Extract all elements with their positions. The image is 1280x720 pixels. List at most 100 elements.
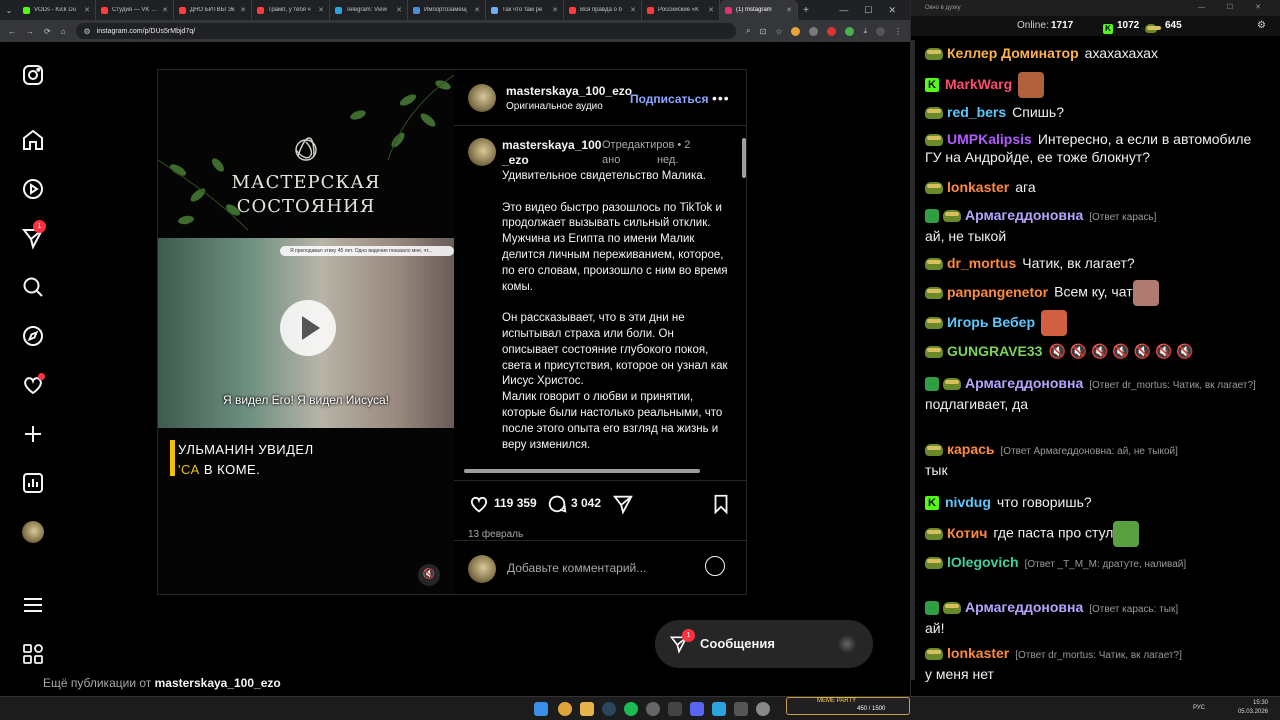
chat-nickname[interactable]: lOlegovich (947, 554, 1019, 570)
more-posts-handle[interactable]: masterskaya_100_ezo (155, 676, 281, 690)
tab-close-icon[interactable]: ✕ (552, 6, 558, 14)
reload-icon[interactable]: ⟳ (44, 27, 51, 36)
app-icon[interactable] (668, 702, 682, 716)
menu-icon[interactable]: ⋮ (894, 27, 902, 36)
back-icon[interactable]: ← (8, 27, 16, 36)
steam-icon[interactable] (602, 702, 616, 716)
caption-avatar[interactable] (468, 138, 496, 166)
chat-reply-reference[interactable]: [Ответ карась: тык] (1089, 604, 1178, 615)
home-icon[interactable] (21, 128, 45, 152)
chat-nickname[interactable]: Армагеддоновна (965, 207, 1083, 223)
browser-tab[interactable]: (1) Instagram ✕ (720, 0, 798, 20)
like-heart-icon[interactable] (468, 493, 490, 515)
instagram-logo-icon[interactable] (21, 63, 45, 87)
install-icon[interactable]: ⊡ (760, 27, 767, 36)
browser-tab[interactable]: Так что там ре ✕ (486, 0, 564, 20)
tab-close-icon[interactable]: ✕ (162, 6, 168, 14)
explore-icon[interactable] (21, 324, 45, 348)
tab-close-icon[interactable]: ✕ (318, 6, 324, 14)
app-icon[interactable] (756, 702, 770, 716)
browser-tab[interactable]: Импортозамещ ✕ (408, 0, 486, 20)
search-icon[interactable] (21, 275, 45, 299)
chat-nickname[interactable]: Игорь Вебер (947, 314, 1035, 330)
tab-close-icon[interactable]: ✕ (786, 6, 792, 14)
chat-nickname[interactable]: dr_mortus (947, 255, 1016, 271)
new-tab-button[interactable]: + (798, 5, 814, 16)
more-menu-icon[interactable] (21, 593, 45, 617)
profile-avatar[interactable] (21, 520, 45, 544)
maximize-icon[interactable]: ☐ (864, 5, 872, 16)
direct-icon[interactable]: 1 (21, 220, 46, 250)
site-info-icon[interactable]: ⚙ (84, 27, 91, 36)
original-audio-link[interactable]: Оригинальное аудио (506, 101, 603, 112)
forward-icon[interactable]: → (26, 27, 34, 36)
also-from-meta-icon[interactable] (21, 642, 45, 666)
extension-icon[interactable] (791, 26, 801, 36)
reels-icon[interactable] (21, 177, 45, 201)
url-text[interactable]: instagram.com/p/DUs5rMbjd7q/ (97, 28, 195, 35)
app-icon[interactable] (646, 702, 660, 716)
extension-icon[interactable] (809, 26, 819, 36)
emoji-icon[interactable] (705, 556, 725, 576)
chat-nickname[interactable]: карась (947, 441, 995, 457)
caption-scrollbar[interactable] (742, 128, 746, 468)
app-icon[interactable] (734, 702, 748, 716)
browser-tab[interactable]: ДНО БИТВЫ Эк ✕ (174, 0, 252, 20)
create-icon[interactable] (21, 422, 45, 446)
chat-window-controls[interactable]: — ☐ ✕ (1198, 0, 1271, 16)
spotify-icon[interactable] (624, 702, 638, 716)
caption-hscrollbar[interactable] (458, 468, 746, 474)
chat-nickname[interactable]: Армагеддоновна (965, 375, 1083, 391)
comment-icon[interactable] (546, 493, 568, 515)
chat-reply-reference[interactable]: [Ответ dr_mortus: Чатик, вк лагает?] (1089, 380, 1256, 391)
discord-icon[interactable] (690, 702, 704, 716)
tab-search-icon[interactable]: ⌄ (0, 6, 18, 15)
browser-tab[interactable]: VODs - Kick Du ✕ (18, 0, 96, 20)
share-icon[interactable] (612, 493, 634, 515)
browser-tab[interactable]: Студия — VK Видео✕ (96, 0, 174, 20)
chat-nickname[interactable]: nivdug (945, 494, 991, 510)
chat-reply-reference[interactable]: [Ответ _T_M_M: дратуте, наливай] (1025, 559, 1187, 570)
author-handle[interactable]: masterskaya_100_ezo (506, 84, 632, 98)
profile-icon[interactable] (876, 26, 885, 36)
video-frame[interactable]: Я преподавал этику 45 лет. Одно видение … (158, 238, 454, 428)
chrome-icon[interactable] (558, 702, 572, 716)
tab-close-icon[interactable]: ✕ (708, 6, 714, 14)
tab-close-icon[interactable]: ✕ (630, 6, 636, 14)
start-icon[interactable] (534, 702, 548, 716)
tab-close-icon[interactable]: ✕ (84, 6, 90, 14)
browser-tab[interactable]: Российские «К ✕ (642, 0, 720, 20)
bookmark-star-icon[interactable]: ☆ (775, 27, 782, 36)
tab-close-icon[interactable]: ✕ (396, 6, 402, 14)
home-icon[interactable]: ⌂ (61, 27, 66, 36)
chat-nickname[interactable]: GUNGRAVE33 (947, 343, 1042, 359)
post-date[interactable]: 13 февраль (468, 529, 523, 540)
tab-close-icon[interactable]: ✕ (474, 6, 480, 14)
chat-nickname[interactable]: Армагеддоновна (965, 599, 1083, 615)
chat-nickname[interactable]: Келлер Доминатор (947, 45, 1079, 61)
caption-author[interactable]: masterskaya_100 _ezo (502, 138, 601, 168)
follow-button[interactable]: Подписаться (630, 92, 708, 106)
chat-reply-reference[interactable]: [Ответ Армагеддоновна: ай, не тыкой] (1001, 446, 1178, 457)
scrollbar-thumb[interactable] (742, 138, 746, 178)
author-avatar[interactable] (468, 84, 496, 112)
chat-nickname[interactable]: panpangenetor (947, 284, 1048, 300)
folder-icon[interactable] (580, 702, 594, 716)
telegram-icon[interactable] (712, 702, 726, 716)
tab-close-icon[interactable]: ✕ (240, 6, 246, 14)
chat-reply-reference[interactable]: [Ответ карась] (1089, 212, 1156, 223)
post-media[interactable]: МАСТЕРСКАЯ СОСТОЯНИЯ Я преподавал этику … (158, 70, 454, 594)
messages-button[interactable]: 1 Сообщения (655, 620, 873, 668)
chat-nickname[interactable]: lonkaster (947, 645, 1009, 661)
chat-nickname[interactable]: UMPKalipsis (947, 131, 1032, 147)
zoom-icon[interactable]: ⌕ (746, 26, 750, 36)
address-bar[interactable]: ⚙ instagram.com/p/DUs5rMbjd7q/ (75, 23, 737, 39)
scrollbar-thumb[interactable] (464, 469, 700, 473)
comment-count[interactable]: 3 042 (571, 496, 601, 510)
chat-nickname[interactable]: Котич (947, 525, 987, 541)
save-bookmark-icon[interactable] (710, 493, 732, 515)
close-window-icon[interactable]: ✕ (888, 5, 896, 16)
comment-input[interactable]: Добавьте комментарий... (507, 561, 646, 575)
chat-reply-reference[interactable]: [Ответ dr_mortus: Чатик, вк лагает?] (1015, 650, 1182, 661)
more-options-icon[interactable]: ••• (712, 90, 730, 106)
